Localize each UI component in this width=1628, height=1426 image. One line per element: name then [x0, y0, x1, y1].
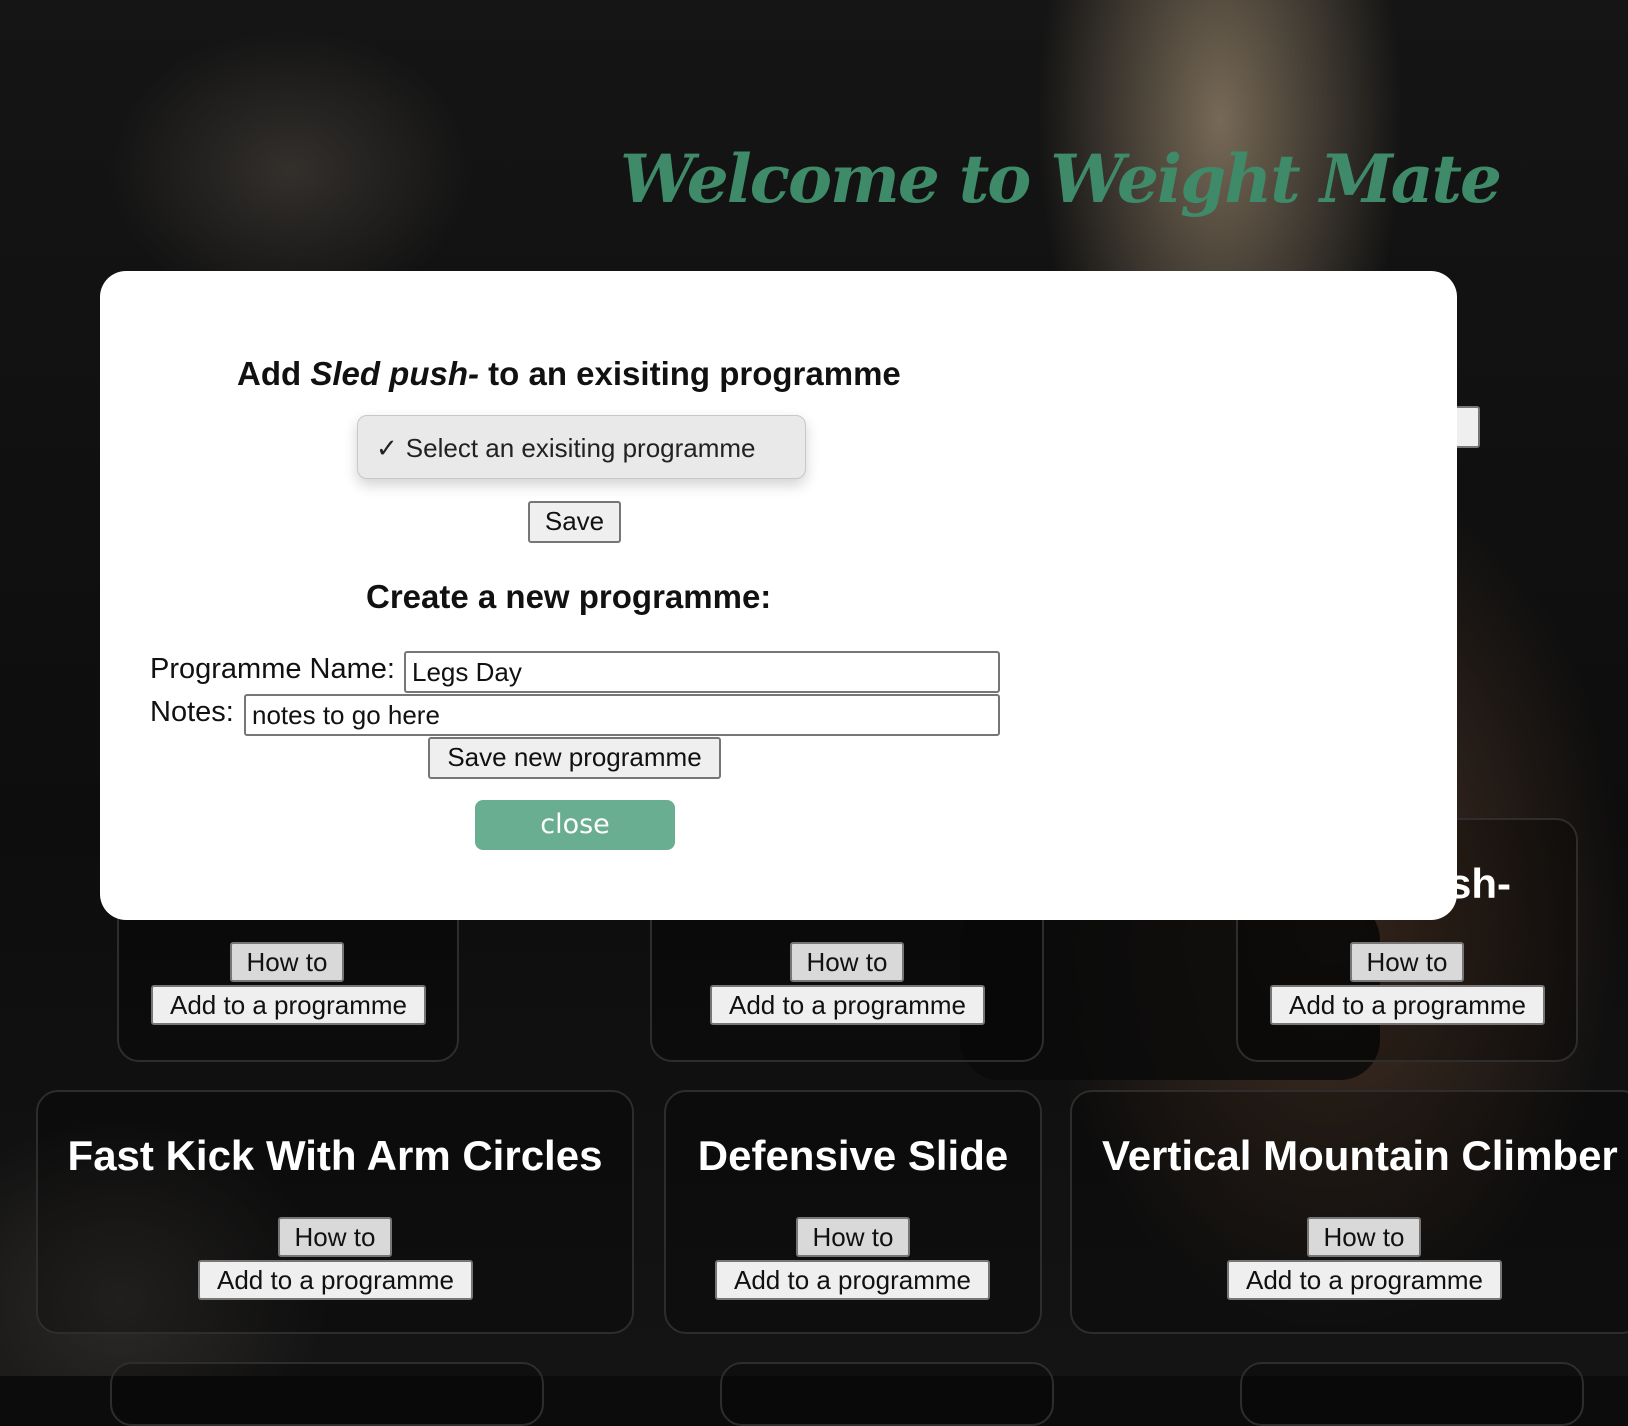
add-to-programme-button[interactable]: Add to a programme	[1227, 1260, 1502, 1300]
modal-title-exercise: Sled push-	[310, 355, 480, 392]
exercise-card: Vertical Mountain Climber How to Add to …	[1070, 1090, 1628, 1334]
how-to-button[interactable]: How to	[1350, 942, 1464, 982]
modal-title: Add Sled push- to an exisiting programme	[237, 355, 901, 393]
programme-select[interactable]: ✓ Select an exisiting programme	[357, 415, 806, 479]
add-to-programme-button[interactable]: Add to a programme	[1270, 985, 1545, 1025]
add-to-programme-button[interactable]: Add to a programme	[710, 985, 985, 1025]
save-button[interactable]: Save	[528, 501, 621, 543]
card-title: sh-	[1448, 860, 1511, 907]
modal-title-prefix: Add	[237, 355, 311, 392]
add-to-programme-button[interactable]: Add to a programme	[198, 1260, 473, 1300]
close-button[interactable]: close	[475, 800, 675, 850]
programme-name-input[interactable]: Legs Day	[404, 651, 1000, 693]
modal-title-suffix: to an exisiting programme	[479, 355, 901, 392]
create-programme-heading: Create a new programme:	[366, 578, 772, 615]
save-new-programme-button[interactable]: Save new programme	[428, 737, 721, 779]
add-to-programme-modal: Add Sled push- to an exisiting programme…	[100, 271, 1457, 920]
exercise-card	[720, 1362, 1054, 1426]
card-title: Fast Kick With Arm Circles	[67, 1132, 603, 1179]
exercise-card: Defensive Slide How to Add to a programm…	[664, 1090, 1042, 1334]
exercise-card	[1240, 1362, 1584, 1426]
how-to-button[interactable]: How to	[230, 942, 344, 982]
how-to-button[interactable]: How to	[1307, 1217, 1421, 1257]
programme-select-value: Select an exisiting programme	[405, 433, 756, 463]
how-to-button[interactable]: How to	[278, 1217, 392, 1257]
exercise-card: Fast Kick With Arm Circles How to Add to…	[36, 1090, 634, 1334]
card-title: Defensive Slide	[697, 1132, 1009, 1179]
notes-input[interactable]: notes to go here	[244, 694, 1000, 736]
card-title: Vertical Mountain Climber	[1102, 1132, 1618, 1179]
how-to-button[interactable]: How to	[796, 1217, 910, 1257]
notes-label: Notes:	[150, 696, 234, 728]
add-to-programme-button[interactable]: Add to a programme	[715, 1260, 990, 1300]
programme-name-label: Programme Name:	[150, 653, 395, 685]
checkmark-icon: ✓	[376, 433, 398, 463]
add-to-programme-button[interactable]: Add to a programme	[151, 985, 426, 1025]
how-to-button[interactable]: How to	[790, 942, 904, 982]
exercise-card	[110, 1362, 544, 1426]
page-title: Welcome to Weight Mate	[620, 140, 1502, 218]
